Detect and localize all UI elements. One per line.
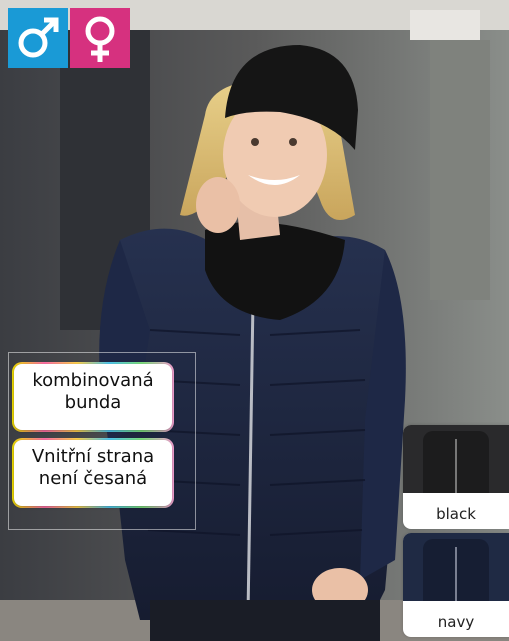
- color-swatch-black[interactable]: black: [403, 425, 509, 529]
- feature-badge-inner-side: Vnitřní strana není česaná: [14, 440, 172, 506]
- male-icon: [8, 8, 68, 68]
- swatch-image: [403, 533, 509, 601]
- swatch-label: black: [436, 505, 476, 523]
- color-swatch-navy[interactable]: navy: [403, 533, 509, 637]
- swatch-label: navy: [437, 613, 475, 631]
- feature-line: není česaná: [38, 468, 148, 489]
- feature-badge-combined-jacket: kombinovaná bunda: [14, 364, 172, 430]
- female-icon: [70, 8, 130, 68]
- feature-line: Vnitřní strana: [31, 446, 155, 467]
- feature-line: kombinovaná: [32, 370, 154, 391]
- feature-line: bunda: [64, 392, 122, 413]
- swatch-image: [403, 425, 509, 493]
